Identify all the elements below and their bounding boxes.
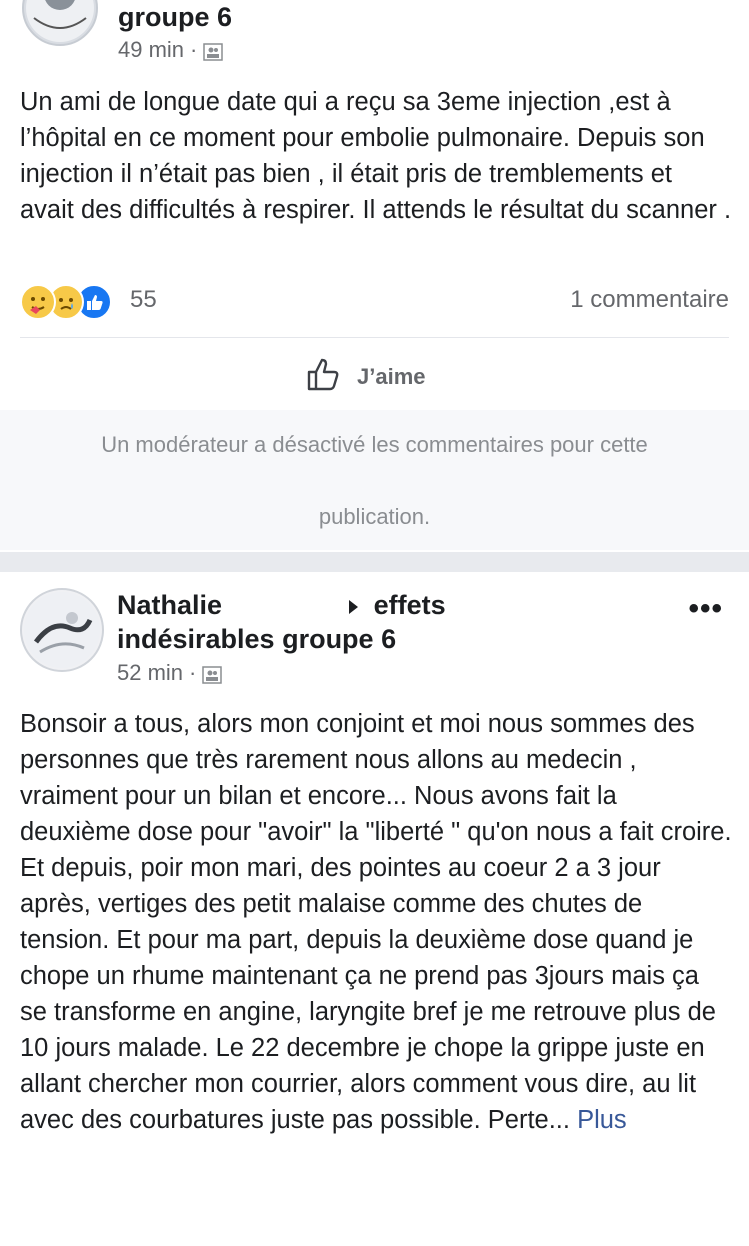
group-avatar[interactable] (22, 0, 98, 46)
name-redaction (229, 590, 342, 614)
group-privacy-icon (202, 664, 223, 684)
post-time[interactable]: 52 min (117, 660, 183, 686)
see-more-link[interactable]: Plus (577, 1106, 627, 1134)
post-text: Un ami de longue date qui a reçu sa 3eme… (20, 88, 732, 224)
meta-separator: · (190, 37, 198, 62)
comments-disabled-notice: Un modérateur a désactivé les commentair… (0, 410, 749, 550)
post-meta: 49 min · (118, 37, 224, 63)
reaction-count[interactable]: 55 (130, 286, 157, 314)
care-reaction-icon (20, 284, 56, 320)
notice-line-1: Un modérateur a désactivé les commentair… (101, 432, 648, 457)
post-time[interactable]: 49 min (118, 37, 184, 63)
group-name[interactable]: groupe 6 (118, 0, 232, 34)
author-name[interactable]: Nathalie effets (117, 588, 446, 622)
post-card-2: Nathalie effets indésirables groupe 6 52… (0, 572, 749, 1246)
notice-line-2: publication. (318, 504, 431, 529)
thumbs-up-icon (305, 355, 343, 399)
post-text: Bonsoir a tous, alors mon conjoint et mo… (20, 706, 732, 1138)
post-card-1: groupe 6 49 min · Un ami de longue date … (0, 0, 749, 552)
comment-count[interactable]: 1 commentaire (570, 286, 729, 314)
author-first-name: Nathalie (117, 590, 223, 620)
post-body: Bonsoir a tous, alors mon conjoint et mo… (20, 710, 732, 1134)
like-label: J’aime (357, 364, 426, 389)
like-button[interactable]: J’aime (305, 355, 426, 399)
meta-separator: · (189, 660, 197, 685)
group-name-line-2[interactable]: indésirables groupe 6 (117, 622, 396, 656)
group-name-part: effets (373, 590, 446, 620)
author-avatar[interactable] (20, 588, 104, 672)
post-meta: 52 min · (117, 660, 223, 686)
more-options-icon[interactable]: ••• (688, 592, 723, 626)
feed-separator (0, 552, 749, 572)
reaction-icons[interactable] (20, 284, 112, 320)
group-privacy-icon (203, 41, 224, 61)
divider (20, 337, 729, 338)
arrow-right-icon (349, 599, 359, 614)
